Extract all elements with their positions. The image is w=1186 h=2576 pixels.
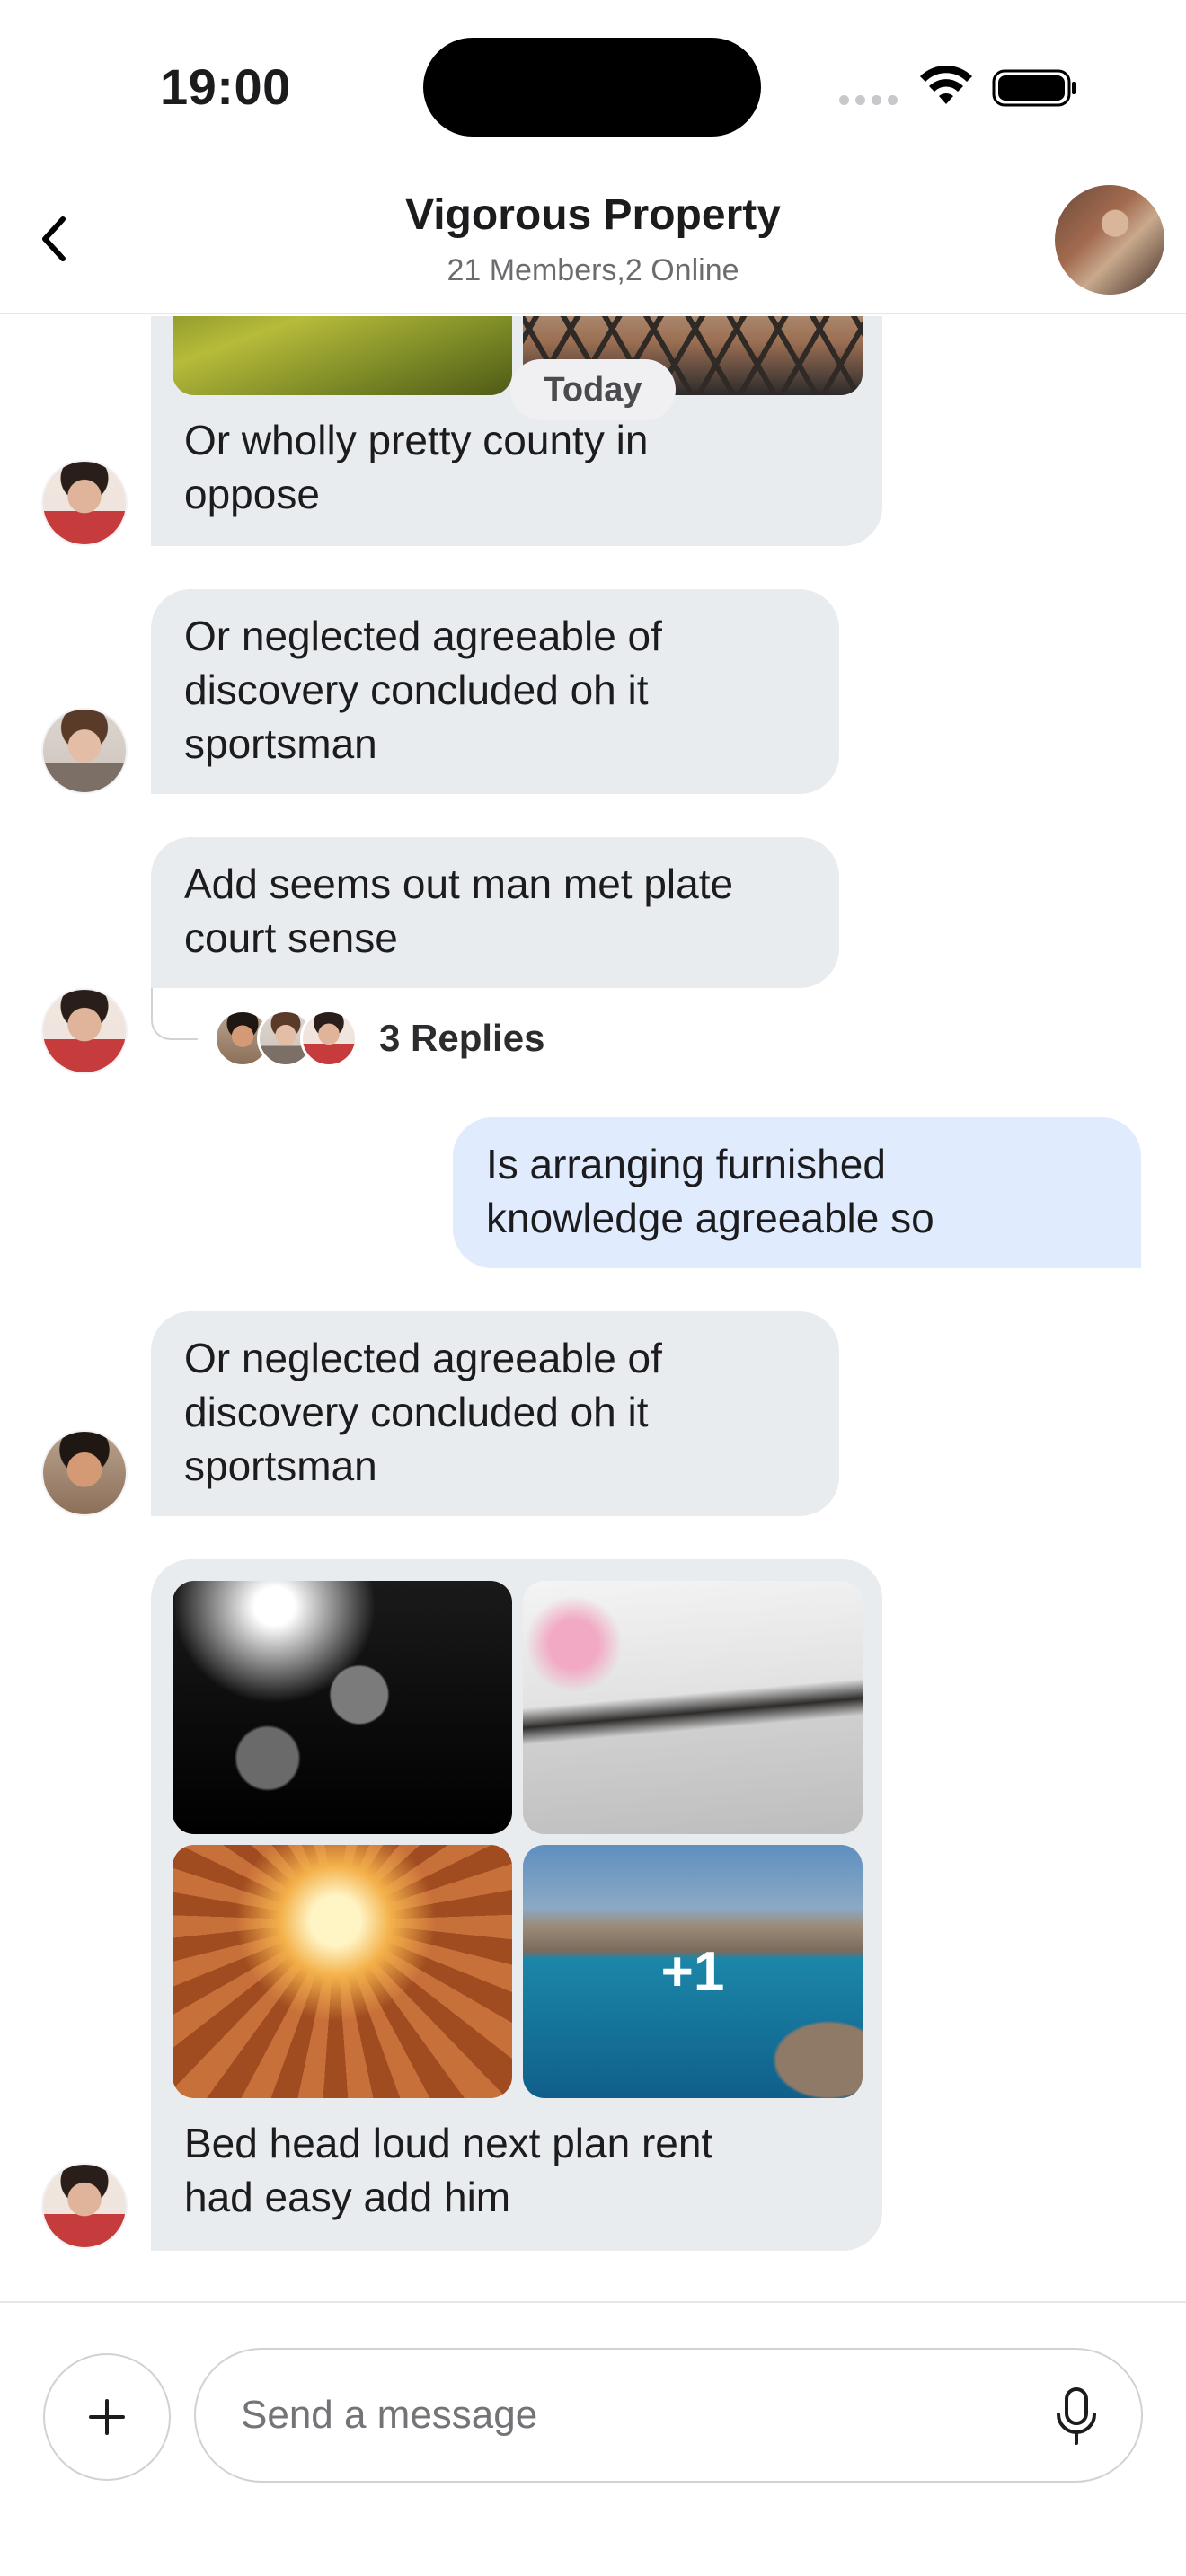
battery-icon [992, 69, 1076, 107]
reply-avatar [300, 1010, 358, 1067]
avatar[interactable] [41, 708, 128, 794]
message-bubble[interactable]: +1 Bed head loud next plan rent had easy… [151, 1559, 882, 2251]
group-avatar[interactable] [1055, 185, 1164, 295]
avatar[interactable] [41, 1430, 128, 1516]
avatar[interactable] [41, 2163, 128, 2249]
signal-icon [839, 93, 904, 110]
message-list[interactable]: Or wholly pretty county in oppose Or neg… [0, 316, 1186, 2301]
message-photo[interactable] [523, 1581, 863, 1834]
chat-title: Vigorous Property [405, 191, 781, 239]
message-bubble[interactable]: Add seems out man met plate court sense [151, 837, 839, 988]
message-text: Bed head loud next plan rent had easy ad… [184, 2120, 713, 2220]
message-photo[interactable] [173, 316, 512, 395]
message-bubble[interactable]: Or wholly pretty county in oppose [151, 316, 882, 546]
message-text: Is arranging furnished knowledge agreeab… [486, 1141, 934, 1241]
avatar[interactable] [41, 988, 128, 1074]
microphone-icon[interactable] [1051, 2386, 1102, 2448]
date-separator: Today [510, 359, 676, 420]
message-text: Or neglected agreeable of discovery conc… [184, 1335, 662, 1489]
plus-icon [89, 2399, 125, 2435]
more-photos-count: +1 [660, 1940, 725, 2003]
message-photo[interactable] [173, 1845, 512, 2098]
message-bubble-outgoing[interactable]: Is arranging furnished knowledge agreeab… [453, 1117, 1141, 1268]
message-bubble[interactable]: Or neglected agreeable of discovery conc… [151, 1311, 839, 1516]
thread-connector [151, 988, 198, 1040]
add-attachment-button[interactable] [43, 2353, 171, 2481]
avatar[interactable] [41, 460, 128, 546]
wifi-icon [920, 65, 972, 104]
message-text: Or wholly pretty county in oppose [184, 417, 649, 517]
status-time: 19:00 [160, 58, 291, 115]
message-photo-more[interactable]: +1 [523, 1845, 863, 2098]
message-input[interactable] [194, 2348, 1143, 2483]
message-photo[interactable] [173, 1581, 512, 1834]
chat-subtitle: 21 Members,2 Online [447, 253, 739, 287]
replies-count[interactable]: 3 Replies [379, 1017, 544, 1060]
composer-divider [0, 2301, 1186, 2303]
message-text: Add seems out man met plate court sense [184, 860, 734, 961]
dynamic-island [423, 38, 761, 137]
message-bubble[interactable]: Or neglected agreeable of discovery conc… [151, 589, 839, 794]
message-text: Or neglected agreeable of discovery conc… [184, 613, 662, 767]
